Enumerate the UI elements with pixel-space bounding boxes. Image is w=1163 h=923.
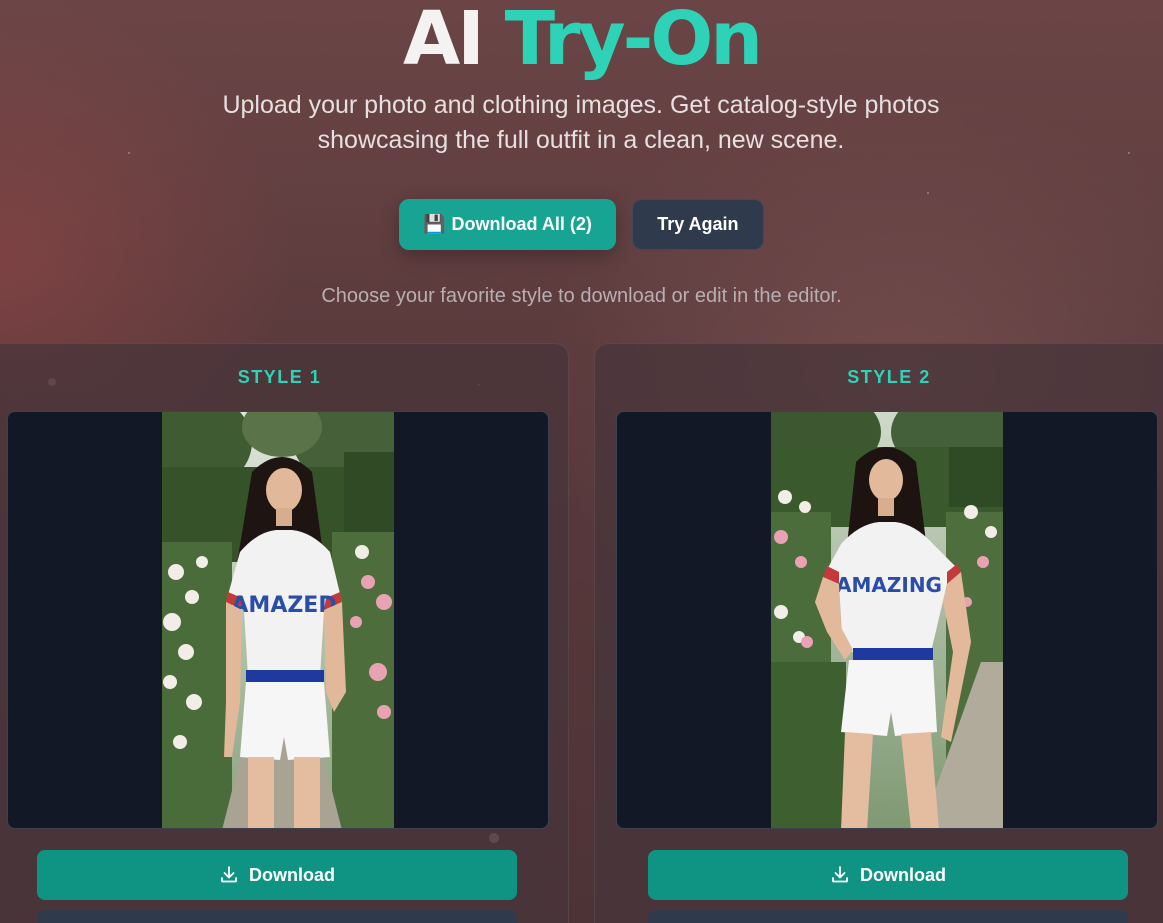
subtitle-line-2: showcasing the full outfit in a clean, n…: [317, 126, 845, 154]
download-all-button[interactable]: 💾 Download All (2): [399, 199, 616, 250]
download-icon: [221, 866, 237, 883]
jersey-text: AMAZING: [836, 573, 942, 597]
title-ai: AI: [403, 0, 485, 82]
secondary-action-button[interactable]: [648, 910, 1128, 923]
result-card-label: STYLE 1: [237, 367, 322, 387]
result-image[interactable]: AMAZED: [162, 412, 394, 828]
try-again-button[interactable]: Try Again: [631, 199, 764, 250]
download-all-label: Download All (2): [451, 214, 592, 234]
result-image-frame: AMAZED: [7, 411, 549, 829]
result-card-style-1: STYLE 1 AMAZED Download: [0, 343, 569, 923]
result-card-label: STYLE 2: [847, 367, 931, 387]
download-button[interactable]: Download: [648, 850, 1128, 900]
result-image-frame: AMAZING: [616, 411, 1158, 829]
result-photo-illustration: AMAZING: [771, 412, 1003, 828]
top-actions: 💾 Download All (2) Try Again: [0, 199, 1163, 250]
selection-hint: Choose your favorite style to download o…: [321, 285, 842, 307]
floppy-disk-icon: 💾: [423, 214, 446, 234]
subtitle-line-1: Upload your photo and clothing images. G…: [222, 91, 940, 119]
secondary-action-button[interactable]: [37, 910, 517, 923]
result-photo-illustration: AMAZED: [162, 412, 394, 828]
background-dot: [927, 192, 929, 194]
jersey-text: AMAZED: [231, 593, 336, 618]
download-icon: [832, 866, 848, 883]
page-title: AI Try-On: [0, 0, 1163, 84]
download-button-label: Download: [860, 864, 946, 885]
result-image[interactable]: AMAZING: [771, 412, 1003, 828]
background-dot: [128, 152, 130, 154]
download-button[interactable]: Download: [37, 850, 517, 900]
download-button-label: Download: [249, 864, 335, 885]
result-card-style-2: STYLE 2 AMAZING Download: [594, 343, 1163, 923]
background-dot: [1128, 152, 1130, 154]
page-subtitle: Upload your photo and clothing images. G…: [181, 88, 981, 158]
title-try-on: Try-On: [504, 0, 763, 82]
